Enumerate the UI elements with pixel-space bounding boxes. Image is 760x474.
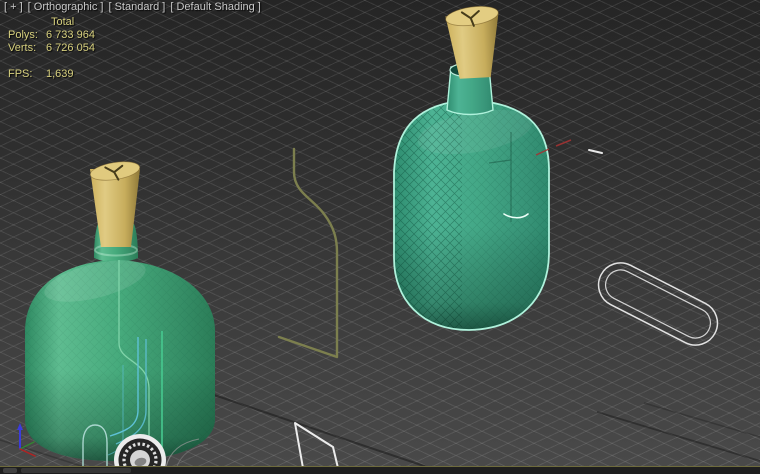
bottom-bar-track[interactable] [21, 468, 131, 473]
white-tick [588, 149, 603, 154]
stats-header-row: Total [8, 16, 95, 29]
viewport-canvas[interactable] [0, 0, 760, 474]
viewport-label-bar: [ + ] [ Orthographic ] [ Standard ] [ De… [4, 1, 261, 14]
viewport-menu-pov[interactable]: [ Orthographic ] [28, 1, 104, 14]
shape-profile-spline[interactable] [277, 147, 339, 359]
stats-header: Total [51, 16, 75, 28]
shape-capsule-outline[interactable] [591, 255, 725, 352]
viewport[interactable]: [ + ] [ Orthographic ] [ Standard ] [ De… [0, 0, 760, 474]
stats-verts-row: Verts: 6 726 054 [8, 42, 95, 55]
axis-z-arrowhead [17, 423, 23, 430]
stats-fps-row: FPS: 1,639 [8, 68, 95, 81]
verts-value: 6 726 054 [46, 42, 95, 54]
fps-value: 1,639 [46, 68, 74, 80]
viewport-statistics: Total Polys: 6 733 964 Verts: 6 726 054 … [8, 16, 95, 81]
object-bottle-left[interactable] [25, 159, 215, 461]
viewport-menu-shading[interactable]: [ Default Shading ] [170, 1, 261, 14]
bottom-bar [0, 466, 760, 474]
stats-spacer [8, 16, 46, 29]
verts-label: Verts: [8, 42, 37, 54]
viewport-menu-general[interactable]: [ + ] [4, 1, 23, 14]
fps-label: FPS: [8, 68, 33, 80]
bottom-bar-button[interactable] [3, 468, 17, 473]
viewport-menu-standard[interactable]: [ Standard ] [108, 1, 165, 14]
stats-polys-row: Polys: 6 733 964 [8, 29, 95, 42]
polys-label: Polys: [8, 29, 38, 41]
object-bottle-right-selected[interactable] [393, 3, 603, 331]
polys-value: 6 733 964 [46, 29, 95, 41]
